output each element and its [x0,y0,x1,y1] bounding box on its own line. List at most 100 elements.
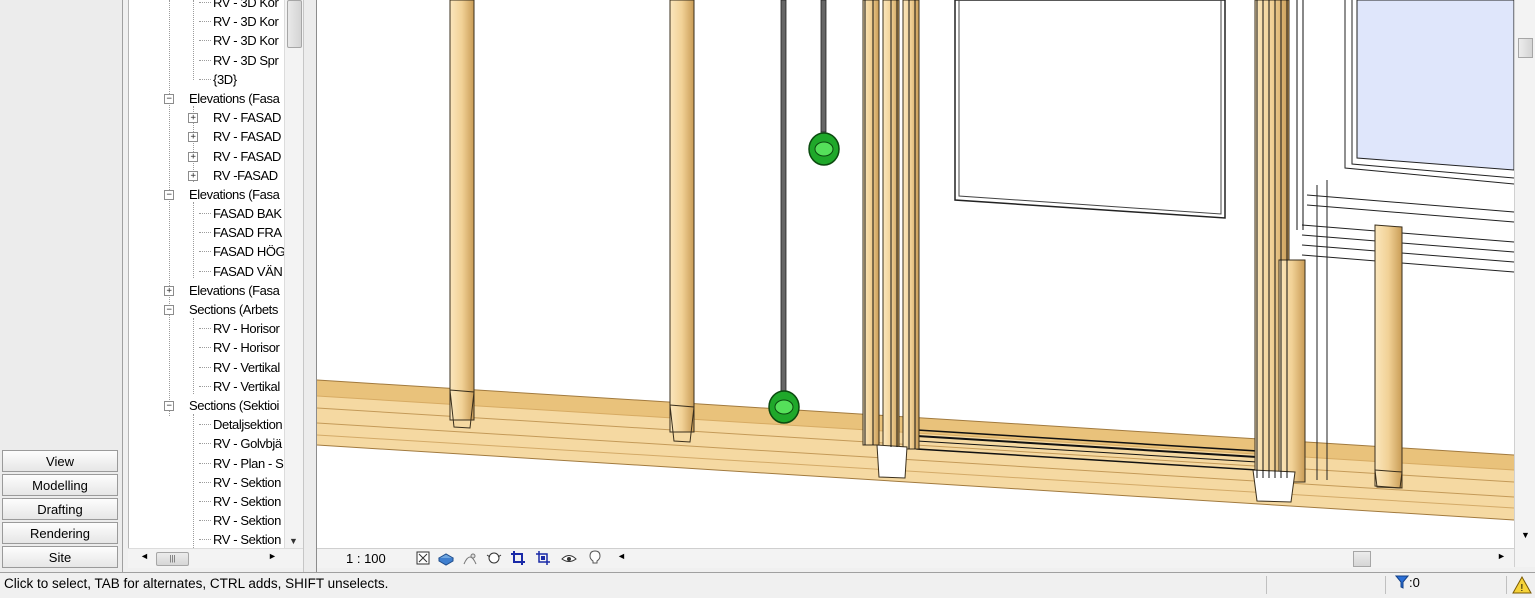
tree-item-label[interactable]: RV - 3D Kor [213,12,279,31]
tree-item-label[interactable]: RV - Sektion [213,511,281,530]
tree-item[interactable]: RV - Sektion [129,492,287,511]
tree-item-label[interactable]: Sections (Sektioi [189,396,279,415]
tree-item[interactable]: RV - Sektion [129,473,287,492]
tree-item-label[interactable]: RV - 3D Kor [213,0,279,12]
show-crop-region-icon[interactable] [535,550,551,566]
panel-splitter[interactable] [303,0,317,573]
tree-group[interactable]: − Elevations (Fasa [129,89,287,108]
canvas-horizontal-scrollbar[interactable]: ◄ ► [617,549,1507,568]
shadows-icon[interactable] [486,550,502,566]
tree-item-label[interactable]: RV - Horisor [213,338,280,357]
tree-item-label[interactable]: FASAD HÖG [213,242,286,261]
tree-item-label[interactable]: RV - Vertikal [213,358,280,377]
tree-item-label[interactable]: RV - 3D Spr [213,51,279,70]
tree-item[interactable]: RV - 3D Kor [129,0,287,12]
collapse-icon[interactable]: − [164,305,174,315]
scroll-left-arrow-icon[interactable]: ◄ [140,551,149,561]
tree-item-label[interactable]: Elevations (Fasa [189,185,280,204]
tree-item[interactable]: + RV - FASAD [129,127,287,146]
expand-icon[interactable]: + [188,151,198,162]
tree-item[interactable]: FASAD BAK [129,204,287,223]
tree-item[interactable]: FASAD FRA [129,223,287,242]
expand-icon[interactable]: + [188,132,198,143]
tree-item[interactable]: RV - Plan - S [129,454,287,473]
tree-item-label[interactable]: RV -FASAD [213,166,278,185]
scroll-down-arrow-icon[interactable]: ▼ [1521,530,1530,540]
tree-item[interactable]: RV - Vertikal [129,377,287,396]
tree-item[interactable]: + RV - FASAD [129,147,287,166]
3d-view-canvas[interactable] [317,0,1514,548]
view-scale[interactable]: 1 : 100 [346,551,386,566]
collapse-icon[interactable]: − [164,400,174,411]
drawing-area[interactable] [317,0,1514,548]
scroll-right-arrow-icon[interactable]: ► [268,551,277,561]
tree-item-label[interactable]: Sections (Arbets [189,300,278,319]
tree-item[interactable]: RV - Horisor [129,338,287,357]
collapse-icon[interactable]: − [164,189,174,200]
tree-item[interactable]: + RV -FASAD [129,166,287,185]
selection-filter[interactable]: :0 [1394,575,1420,590]
tree-item-label[interactable]: FASAD FRA [213,223,282,242]
tree-item[interactable]: RV - 3D Spr [129,51,287,70]
tree-item-label[interactable]: RV - Golvbjä [213,434,282,453]
tree-item-label[interactable]: RV - 3D Kor [213,31,279,50]
scroll-thumb[interactable] [1518,38,1533,58]
tree-item-label[interactable]: RV - FASAD [213,127,281,146]
scroll-thumb[interactable] [287,0,302,48]
sun-path-icon[interactable] [462,550,478,566]
tree-item-label[interactable]: Elevations (Fasa [189,281,280,300]
tree-item-label[interactable]: RV - Vertikal [213,377,280,396]
tab-site[interactable]: Site [2,546,118,568]
tree-group[interactable]: + Elevations (Fasa [129,281,287,300]
tree-item-label[interactable]: RV - Horisor [213,319,280,338]
visual-style-icon[interactable] [438,550,454,566]
tree-group[interactable]: − Sections (Arbets [129,300,287,319]
tree-item-label[interactable]: Elevations (Fasa [189,89,280,108]
tree-item[interactable]: RV - Golvbjä [129,434,287,453]
expand-icon[interactable]: + [188,113,198,124]
temporary-hide-icon[interactable] [561,550,577,566]
tree-item[interactable]: {3D} [129,70,287,89]
scroll-left-arrow-icon[interactable]: ◄ [617,551,626,561]
tree-item[interactable]: RV - Sektion [129,530,287,548]
tree-group[interactable]: − Sections (Sektioi [129,396,287,415]
tree-item[interactable]: RV - 3D Kor [129,12,287,31]
scroll-right-arrow-icon[interactable]: ► [1497,551,1506,561]
scroll-down-arrow-icon[interactable]: ▼ [289,536,298,546]
tab-rendering[interactable]: Rendering [2,522,118,544]
tree-item[interactable]: + RV - FASAD [129,108,287,127]
tree-group[interactable]: − Elevations (Fasa [129,185,287,204]
warning-icon[interactable]: ! [1512,576,1532,594]
tree-item-label[interactable]: RV - Plan - S [213,454,284,473]
expand-icon[interactable]: + [188,170,198,181]
browser-vertical-scrollbar[interactable]: ▼ [284,0,303,548]
tree-item[interactable]: RV - Vertikal [129,358,287,377]
collapse-icon[interactable]: − [164,93,174,104]
tab-view[interactable]: View [2,450,118,472]
tree-item[interactable]: FASAD HÖG [129,242,287,261]
tree-item-label[interactable]: FASAD BAK [213,204,282,223]
canvas-vertical-scrollbar[interactable]: ▼ [1514,0,1535,567]
tree-item-label[interactable]: RV - Sektion [213,473,281,492]
tab-drafting[interactable]: Drafting [2,498,118,520]
tree-item-label[interactable]: RV - Sektion [213,492,281,511]
tree-item-label[interactable]: {3D} [213,70,237,89]
scroll-thumb[interactable] [1353,551,1371,567]
reveal-hidden-icon[interactable] [587,550,603,566]
tab-modelling[interactable]: Modelling [2,474,118,496]
tree-item-label[interactable]: RV - FASAD [213,108,281,127]
expand-icon[interactable]: + [164,285,174,296]
crop-view-icon[interactable] [510,550,526,566]
tree-item-label[interactable]: FASAD VÄN [213,262,283,281]
detail-level-icon[interactable] [415,550,431,566]
tree-item-label[interactable]: RV - Sektion [213,530,281,548]
tree-item[interactable]: RV - Horisor [129,319,287,338]
scroll-thumb-grip-icon[interactable]: ||| [156,552,189,566]
tree-item[interactable]: RV - Sektion [129,511,287,530]
tree-item[interactable]: Detaljsektion [129,415,287,434]
tree-item[interactable]: RV - 3D Kor [129,31,287,50]
tree-item-label[interactable]: RV - FASAD [213,147,281,166]
tree-item-label[interactable]: Detaljsektion [213,415,283,434]
tree-item[interactable]: FASAD VÄN [129,262,287,281]
browser-horizontal-scrollbar[interactable]: ◄ ||| ► [128,548,303,568]
